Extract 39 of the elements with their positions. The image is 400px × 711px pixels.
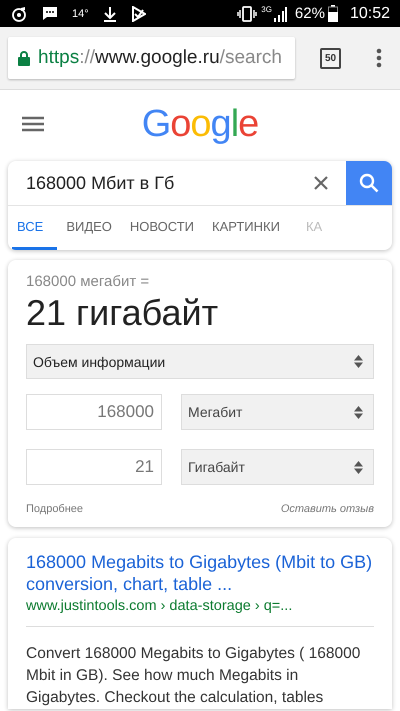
result-title-link[interactable]: 168000 Megabits to Gigabytes (Mbit to GB) conversion, chart, table ... bbox=[26, 551, 374, 595]
checkmark-flag-icon bbox=[130, 6, 146, 22]
search-tab[interactable]: ВИДЕО bbox=[61, 206, 121, 250]
google-logo[interactable]: Google bbox=[142, 102, 258, 144]
battery-percent: 62% bbox=[294, 5, 325, 22]
search-tab[interactable]: НОВОСТИ bbox=[124, 206, 204, 250]
value-input[interactable]: 21 bbox=[26, 449, 162, 485]
feedback-link[interactable]: Оставить отзыв bbox=[280, 503, 374, 515]
category-dropdown[interactable]: Объем информации bbox=[26, 344, 374, 379]
message-icon bbox=[42, 6, 58, 21]
lock-icon bbox=[18, 50, 30, 66]
search-tab[interactable]: ВСЕ bbox=[12, 206, 58, 250]
network-type-text: 3G bbox=[261, 6, 272, 14]
vibrate-icon bbox=[237, 6, 258, 22]
conversion-equation: 168000 мегабит = bbox=[26, 273, 150, 290]
clock-time: 10:52 bbox=[350, 4, 390, 22]
more-link[interactable]: Подробнее bbox=[26, 503, 84, 515]
unit-dropdown[interactable]: Мегабит bbox=[181, 394, 374, 430]
battery-icon bbox=[328, 5, 338, 22]
music-icon bbox=[12, 6, 28, 22]
search-tab[interactable]: КАРТИНКИ bbox=[207, 206, 289, 250]
value-input[interactable]: 168000 bbox=[26, 394, 162, 430]
select-arrows-icon bbox=[354, 406, 363, 418]
select-arrows-icon bbox=[354, 355, 363, 368]
conversion-result: 21 гигабайт bbox=[26, 292, 220, 334]
result-url: www.justintools.com › data-storage › q=... bbox=[26, 598, 294, 614]
close-icon[interactable] bbox=[314, 176, 328, 190]
result-snippet: Convert 168000 Megabits to Gigabytes ( 168000 Mbit in GB). See how much Megabits in Gigabytes. Checkout the calculation, tables bbox=[26, 644, 362, 708]
tab-count-button[interactable]: 50 bbox=[320, 48, 341, 68]
search-icon bbox=[359, 173, 379, 193]
unit-dropdown[interactable]: Гигабайт bbox=[181, 449, 374, 485]
search-field[interactable]: 168000 Мбит в Гб bbox=[8, 172, 314, 194]
temperature-text: 14° bbox=[72, 8, 89, 20]
select-arrows-icon bbox=[354, 460, 363, 474]
signal-icon bbox=[272, 6, 287, 22]
download-icon bbox=[102, 6, 117, 22]
more-menu-icon[interactable] bbox=[376, 48, 382, 68]
search-button[interactable] bbox=[346, 161, 392, 205]
menu-icon[interactable] bbox=[22, 116, 44, 132]
